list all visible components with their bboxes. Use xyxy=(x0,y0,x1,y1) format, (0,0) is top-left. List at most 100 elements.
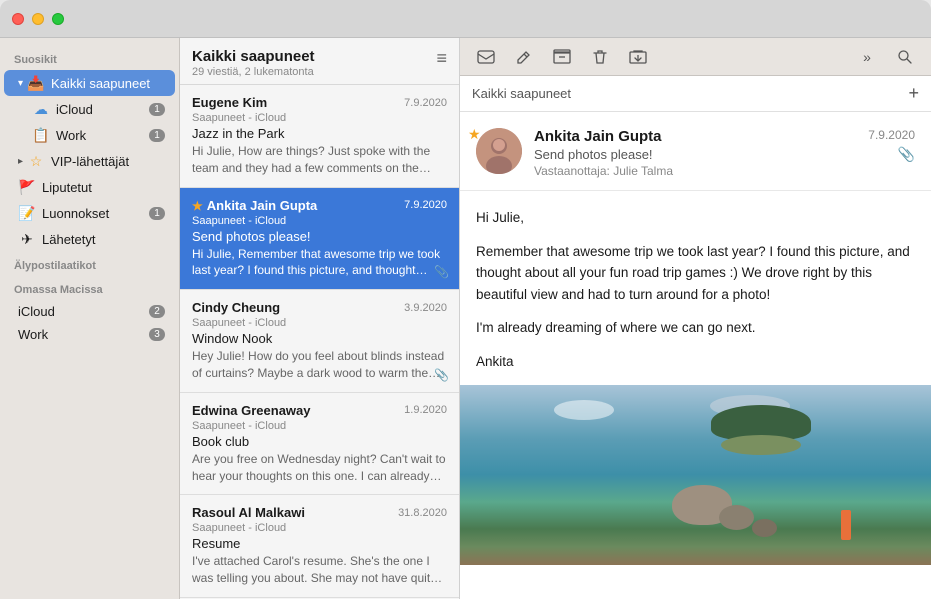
recipient-name: Julie Talma xyxy=(613,164,673,178)
sidebar-item-vip[interactable]: ▸ ☆ VIP-lähettäjät xyxy=(4,148,175,174)
message-item[interactable]: Rasoul Al Malkawi 31.8.2020 Saapuneet - … xyxy=(180,495,459,598)
reply-button[interactable] xyxy=(472,43,500,71)
message-preview: I've attached Carol's resume. She's the … xyxy=(192,553,447,587)
sidebar-label-flagged: Liputetut xyxy=(42,180,165,195)
email-header: ★ Ankita Jain Gupta Send photos please! xyxy=(460,112,931,191)
message-preview: Are you free on Wednesday night? Can't w… xyxy=(192,451,447,485)
inbox-icon: 📥 xyxy=(27,74,45,92)
detail-pane: » Kaikki saapuneet + ★ xyxy=(460,38,931,599)
message-date: 1.9.2020 xyxy=(404,404,447,416)
message-sender: Eugene Kim xyxy=(192,95,267,110)
message-subject: Window Nook xyxy=(192,331,447,346)
vip-icon: ☆ xyxy=(27,152,45,170)
body-signature: Ankita xyxy=(476,351,915,373)
sidebar-label-vip: VIP-lähettäjät xyxy=(51,154,165,169)
minimize-button[interactable] xyxy=(32,13,44,25)
chevron-down-icon: ▾ xyxy=(18,78,23,89)
email-date-right: 7.9.2020 📎 xyxy=(868,128,915,178)
email-subject-line: Send photos please! xyxy=(534,147,856,162)
message-sender: ★Ankita Jain Gupta xyxy=(192,198,317,213)
chevron-right-icon: ▸ xyxy=(18,156,23,167)
sidebar-label-inbox: Kaikki saapuneet xyxy=(51,76,165,91)
beach-scene xyxy=(460,385,931,565)
message-account: Saapuneet - iCloud xyxy=(192,317,447,329)
sidebar-item-work-account[interactable]: Work 3 xyxy=(4,323,175,346)
message-sender: Edwina Greenaway xyxy=(192,403,311,418)
breadcrumb-bar: Kaikki saapuneet + xyxy=(460,76,931,112)
message-preview: Hey Julie! How do you feel about blinds … xyxy=(192,348,447,382)
delete-button[interactable] xyxy=(586,43,614,71)
messages-list: Eugene Kim 7.9.2020 Saapuneet - iCloud J… xyxy=(180,85,459,599)
maximize-button[interactable] xyxy=(52,13,64,25)
add-button[interactable]: + xyxy=(908,83,919,104)
message-list-title: Kaikki saapuneet xyxy=(192,48,315,65)
sidebar-item-all-inboxes[interactable]: ▾ 📥 Kaikki saapuneet xyxy=(4,70,175,96)
sidebar-label-icloud: iCloud xyxy=(56,102,149,117)
body-greeting: Hi Julie, xyxy=(476,207,915,229)
message-item[interactable]: Edwina Greenaway 1.9.2020 Saapuneet - iC… xyxy=(180,393,459,496)
message-account: Saapuneet - iCloud xyxy=(192,112,447,124)
compose-button[interactable] xyxy=(510,43,538,71)
message-subject: Book club xyxy=(192,434,447,449)
smart-mailboxes-label: Älypostilaatikot xyxy=(0,252,179,276)
drafts-badge: 1 xyxy=(149,207,165,220)
message-preview: Hi Julie, How are things? Just spoke wit… xyxy=(192,143,447,177)
message-sender: Rasoul Al Malkawi xyxy=(192,505,305,520)
work-inbox-icon: 📋 xyxy=(32,126,50,144)
titlebar xyxy=(0,0,931,38)
body-paragraph-1: Remember that awesome trip we took last … xyxy=(476,241,915,306)
close-button[interactable] xyxy=(12,13,24,25)
email-sender-name: Ankita Jain Gupta xyxy=(534,128,856,145)
on-mac-label: Omassa Macissa xyxy=(0,276,179,300)
main-container: Suosikit ▾ 📥 Kaikki saapuneet ☁ iCloud 1… xyxy=(0,38,931,599)
icloud-icon: ☁ xyxy=(32,100,50,118)
message-sender: Cindy Cheung xyxy=(192,300,280,315)
message-account: Saapuneet - iCloud xyxy=(192,522,447,534)
island xyxy=(711,405,811,455)
sidebar-item-icloud-account[interactable]: iCloud 2 xyxy=(4,300,175,323)
message-date: 3.9.2020 xyxy=(404,302,447,314)
sidebar-item-work[interactable]: 📋 Work 1 xyxy=(4,122,175,148)
message-list-header: Kaikki saapuneet 29 viestiä, 2 lukematon… xyxy=(180,38,459,85)
icloud-badge: 1 xyxy=(149,103,165,116)
message-date: 7.9.2020 xyxy=(404,199,447,211)
sidebar-label-drafts: Luonnokset xyxy=(42,206,149,221)
sidebar-label-icloud-account: iCloud xyxy=(18,304,149,319)
sidebar-item-icloud[interactable]: ☁ iCloud 1 xyxy=(4,96,175,122)
body-paragraph-2: I'm already dreaming of where we can go … xyxy=(476,317,915,339)
breadcrumb: Kaikki saapuneet xyxy=(472,86,571,101)
email-meta: Ankita Jain Gupta Send photos please! Va… xyxy=(534,128,856,178)
email-recipient: Vastaanottaja: Julie Talma xyxy=(534,164,856,178)
archive-button[interactable] xyxy=(548,43,576,71)
expand-button[interactable]: » xyxy=(853,43,881,71)
search-button[interactable] xyxy=(891,43,919,71)
rock-2 xyxy=(719,505,754,530)
attachment-icon: 📎 xyxy=(434,368,449,382)
rock-3 xyxy=(752,519,777,537)
sidebar-label-work: Work xyxy=(56,128,149,143)
avatar-container: ★ xyxy=(476,128,522,178)
sidebar-item-sent[interactable]: ✈ Lähetetyt xyxy=(4,226,175,252)
work-badge: 1 xyxy=(149,129,165,142)
sidebar-item-flagged[interactable]: 🚩 Liputetut xyxy=(4,174,175,200)
message-list-subtitle: 29 viestiä, 2 lukematonta xyxy=(192,66,315,78)
star-icon: ★ xyxy=(192,199,203,213)
filter-icon[interactable]: ≡ xyxy=(436,48,447,69)
detail-toolbar: » xyxy=(460,38,931,76)
work-account-badge: 3 xyxy=(149,328,165,341)
favorites-section-label: Suosikit xyxy=(0,46,179,70)
move-button[interactable] xyxy=(624,43,652,71)
sidebar: Suosikit ▾ 📥 Kaikki saapuneet ☁ iCloud 1… xyxy=(0,38,180,599)
message-item[interactable]: ★Ankita Jain Gupta 7.9.2020 Saapuneet - … xyxy=(180,188,459,291)
message-item[interactable]: Eugene Kim 7.9.2020 Saapuneet - iCloud J… xyxy=(180,85,459,188)
email-body: Hi Julie, Remember that awesome trip we … xyxy=(460,191,931,373)
star-badge-icon: ★ xyxy=(468,126,481,143)
message-item[interactable]: Cindy Cheung 3.9.2020 Saapuneet - iCloud… xyxy=(180,290,459,393)
message-account: Saapuneet - iCloud xyxy=(192,215,447,227)
island-land xyxy=(721,435,801,455)
message-subject: Resume xyxy=(192,536,447,551)
message-subject: Jazz in the Park xyxy=(192,126,447,141)
sidebar-item-drafts[interactable]: 📝 Luonnokset 1 xyxy=(4,200,175,226)
email-date: 7.9.2020 xyxy=(868,128,915,142)
drafts-icon: 📝 xyxy=(18,204,36,222)
